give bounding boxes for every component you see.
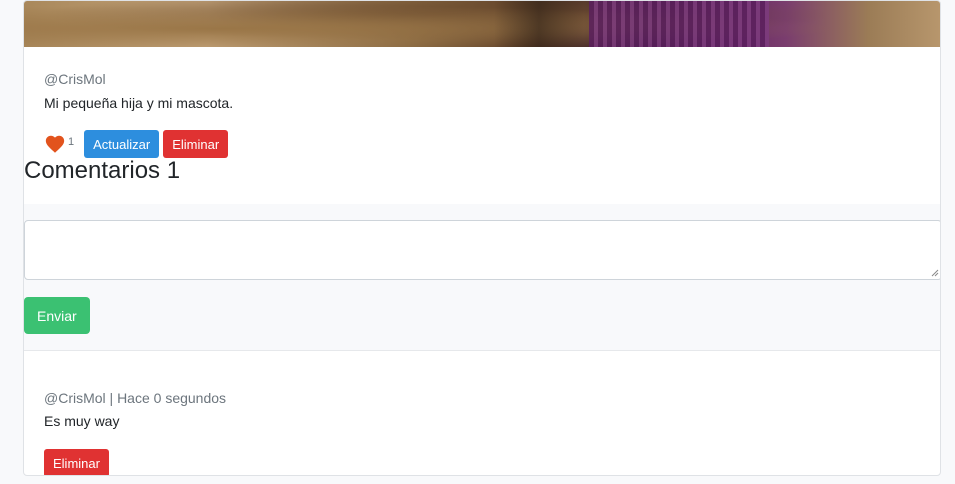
comment-input[interactable] [24, 220, 940, 280]
comment-form: Enviar [24, 204, 940, 350]
delete-post-button[interactable]: Eliminar [163, 130, 229, 158]
divider [24, 350, 940, 351]
post-actions: 1 Actualizar Eliminar [44, 130, 232, 158]
post-photo [24, 1, 940, 47]
update-button[interactable]: Actualizar [84, 130, 160, 158]
heart-icon[interactable] [44, 133, 66, 155]
comment-text: Es muy way [44, 413, 120, 429]
comment-meta: @CrisMol | Hace 0 segundos [44, 390, 227, 406]
post-author: @CrisMol [44, 71, 106, 87]
send-button[interactable]: Enviar [24, 297, 90, 334]
delete-comment-button[interactable]: Eliminar [44, 449, 109, 475]
post-card: @CrisMol Mi pequeña hija y mi mascota. 1… [23, 0, 941, 476]
resize-handle-icon[interactable] [931, 269, 939, 277]
like-count: 1 [68, 136, 75, 148]
post-description: Mi pequeña hija y mi mascota. [44, 95, 234, 111]
comments-title: Comentarios 1 [24, 157, 181, 184]
